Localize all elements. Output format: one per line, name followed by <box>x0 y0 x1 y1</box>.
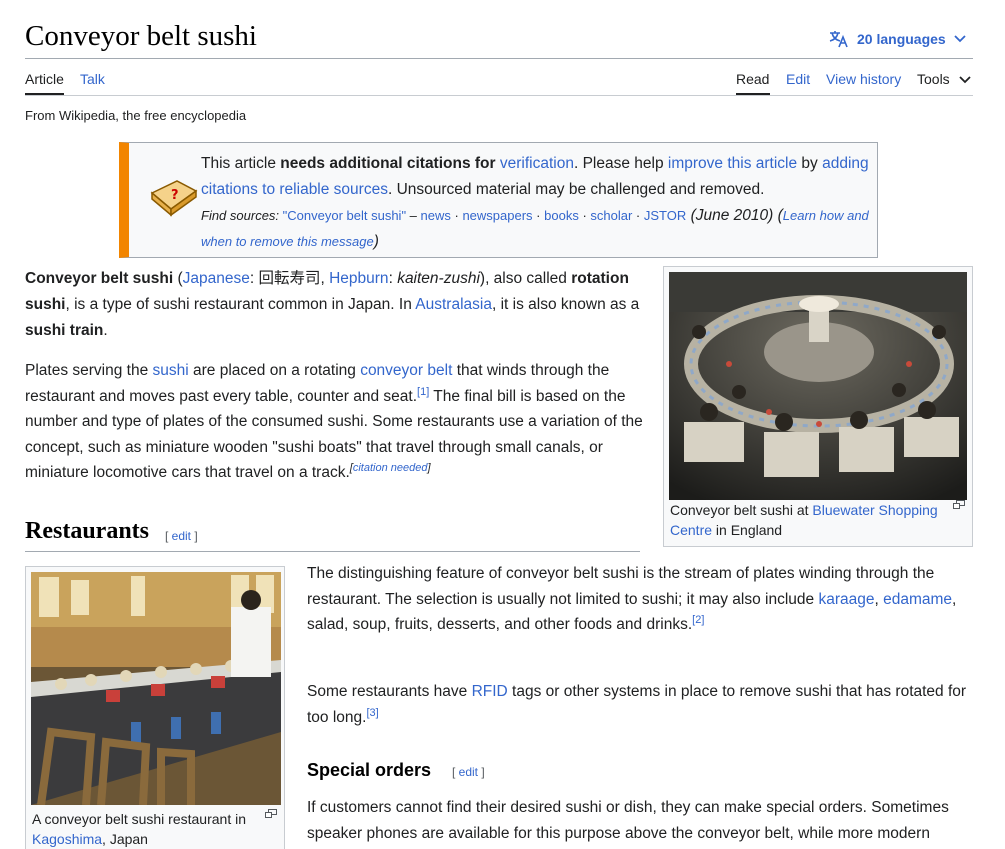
karaage-link[interactable]: karaage <box>818 591 874 608</box>
edamame-link[interactable]: edamame <box>883 591 952 608</box>
svg-text:?: ? <box>171 188 179 203</box>
tools-label: Tools <box>917 71 950 87</box>
page-title: Conveyor belt sushi <box>25 20 257 52</box>
tab-edit[interactable]: Edit <box>786 71 810 87</box>
translate-icon <box>829 30 849 48</box>
japanese-link[interactable]: Japanese <box>183 270 250 287</box>
chevron-down-icon <box>959 71 971 87</box>
book-question-icon: ? <box>149 179 199 224</box>
image-caption: A conveyor belt sushi restaurant in Kago… <box>32 811 247 847</box>
special-orders-paragraph: If customers cannot find their desired s… <box>307 799 949 842</box>
hepburn-link[interactable]: Hepburn <box>329 270 388 287</box>
languages-label: 20 languages <box>857 31 946 47</box>
kagoshima-link[interactable]: Kagoshima <box>32 831 102 847</box>
section-heading-special-orders: Special orders <box>307 760 432 780</box>
reference-1-link[interactable]: [1] <box>417 385 429 397</box>
magnify-clip-icon[interactable] <box>265 809 277 821</box>
language-selector-button[interactable]: 20 languages <box>829 28 966 50</box>
restaurants-paragraph-2: Some restaurants have RFID tags or other… <box>307 683 967 726</box>
image-caption: Conveyor belt sushi at Bluewater Shoppin… <box>670 502 938 538</box>
conveyor-belt-link[interactable]: conveyor belt <box>360 362 452 379</box>
section-divider <box>25 551 640 552</box>
section-edit-restaurants: [ edit ] <box>165 529 198 543</box>
chevron-down-icon <box>954 35 966 43</box>
sushi-link[interactable]: sushi <box>153 362 189 379</box>
tab-read[interactable]: Read <box>736 71 769 87</box>
kagoshima-image-thumbnail: A conveyor belt sushi restaurant in Kago… <box>25 566 285 849</box>
magnify-clip-icon[interactable] <box>953 500 965 512</box>
find-news-link[interactable]: news <box>421 208 451 223</box>
site-tagline: From Wikipedia, the free encyclopedia <box>25 108 247 123</box>
tabs-divider <box>25 95 973 96</box>
restaurants-paragraph-1: The distinguishing feature of conveyor b… <box>307 565 957 634</box>
tab-view-history[interactable]: View history <box>826 71 901 87</box>
reference-3-link[interactable]: [3] <box>366 706 378 718</box>
lead-paragraph: Conveyor belt sushi (Japanese: 回転寿司, Hep… <box>25 270 640 339</box>
tab-talk[interactable]: Talk <box>80 71 105 87</box>
notice-text: This article needs additional citations … <box>201 155 869 250</box>
citation-notice-box: ? This article needs additional citation… <box>119 142 878 258</box>
section-edit-special-orders: [ edit ] <box>452 765 485 779</box>
citation-needed-link[interactable]: citation needed <box>353 462 428 474</box>
rfid-link[interactable]: RFID <box>472 683 508 700</box>
edit-section-link[interactable]: edit <box>459 765 478 779</box>
tab-article[interactable]: Article <box>25 71 64 87</box>
australasia-link[interactable]: Australasia <box>415 296 492 313</box>
intro-paragraph: Plates serving the sushi are placed on a… <box>25 362 643 482</box>
kagoshima-restaurant-image[interactable] <box>31 572 281 806</box>
find-scholar-link[interactable]: scholar <box>590 208 632 223</box>
tools-menu-button[interactable]: Tools <box>917 71 971 87</box>
verification-link[interactable]: verification <box>500 155 574 172</box>
find-books-link[interactable]: books <box>544 208 579 223</box>
edit-section-link[interactable]: edit <box>172 529 191 543</box>
find-newspapers-link[interactable]: newspapers <box>462 208 532 223</box>
bluewater-image-thumbnail: Conveyor belt sushi at Bluewater Shoppin… <box>663 266 973 547</box>
conveyor-sushi-bluewater-image[interactable] <box>669 272 967 500</box>
find-jstor-link[interactable]: JSTOR <box>644 208 686 223</box>
section-heading-restaurants: Restaurants <box>25 518 149 544</box>
reference-2-link[interactable]: [2] <box>692 614 704 626</box>
find-sources-query-link[interactable]: "Conveyor belt sushi" <box>283 208 406 223</box>
improve-article-link[interactable]: improve this article <box>668 155 797 172</box>
title-divider <box>25 58 973 59</box>
